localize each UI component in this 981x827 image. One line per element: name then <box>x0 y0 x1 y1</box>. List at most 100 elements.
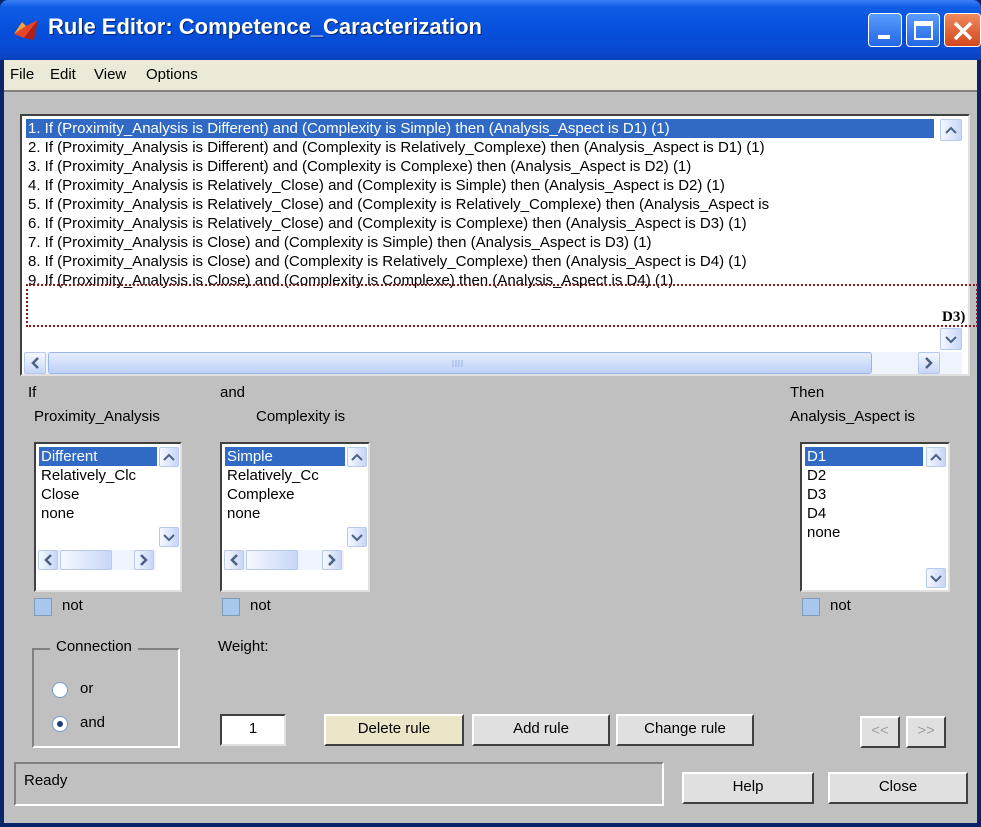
then-option[interactable]: none <box>805 523 923 542</box>
and-hscrollbar[interactable] <box>224 550 344 570</box>
and-option[interactable]: Simple <box>225 447 345 466</box>
grip-icon <box>452 360 463 367</box>
chevron-up-icon <box>930 453 942 461</box>
and-scroll-down-button[interactable] <box>347 527 367 547</box>
if-scroll-right-button[interactable] <box>134 550 154 570</box>
and-label: and <box>220 384 246 401</box>
then-scroll-down-button[interactable] <box>926 568 946 588</box>
change-rule-button[interactable]: Change rule <box>616 714 754 746</box>
weight-input[interactable]: 1 <box>220 714 286 746</box>
and-hscroll-thumb[interactable] <box>246 550 298 570</box>
rules-scroll-up-button[interactable] <box>940 119 962 141</box>
title-bar[interactable]: Rule Editor: Competence_Caracterization <box>0 0 981 60</box>
rule-item[interactable]: 1. If (Proximity_Analysis is Different) … <box>26 119 934 138</box>
rule-item[interactable]: 5. If (Proximity_Analysis is Relatively_… <box>26 195 934 214</box>
if-scroll-up-button[interactable] <box>159 447 179 467</box>
close-window-button[interactable] <box>944 13 981 47</box>
then-option[interactable]: D1 <box>805 447 923 466</box>
then-label: Then <box>790 384 825 401</box>
chevron-left-icon <box>230 554 238 566</box>
status-bar: Ready <box>14 762 664 806</box>
window-title: Rule Editor: Competence_Caracterization <box>48 14 482 39</box>
and-not-checkbox[interactable] <box>222 598 240 616</box>
then-not-checkbox[interactable] <box>802 598 820 616</box>
chevron-left-icon <box>31 357 39 369</box>
and-option[interactable]: Complexe <box>225 485 345 504</box>
if-hscrollbar[interactable] <box>38 550 156 570</box>
connection-and-label: and <box>80 714 106 731</box>
matlab-logo-icon <box>14 20 38 40</box>
and-scroll-up-button[interactable] <box>347 447 367 467</box>
rule-item[interactable]: 3. If (Proximity_Analysis is Different) … <box>26 157 934 176</box>
if-hscroll-thumb[interactable] <box>60 550 112 570</box>
if-variable-label: Proximity_Analysis <box>34 408 160 425</box>
menu-view[interactable]: View <box>94 66 126 83</box>
chevron-right-icon <box>925 357 933 369</box>
and-scroll-left-button[interactable] <box>224 550 244 570</box>
chevron-left-icon <box>44 554 52 566</box>
then-option[interactable]: D3 <box>805 485 923 504</box>
rule-item[interactable]: 4. If (Proximity_Analysis is Relatively_… <box>26 176 934 195</box>
rules-listbox[interactable]: 1. If (Proximity_Analysis is Different) … <box>20 114 970 376</box>
maximize-button[interactable] <box>906 13 940 47</box>
close-icon <box>953 21 973 41</box>
annotation-label: D3) <box>942 309 966 325</box>
client-area: 1. If (Proximity_Analysis is Different) … <box>4 90 978 823</box>
rule-item[interactable]: 7. If (Proximity_Analysis is Close) and … <box>26 233 934 252</box>
rule-item[interactable]: 2. If (Proximity_Analysis is Different) … <box>26 138 934 157</box>
rule-item[interactable]: 8. If (Proximity_Analysis is Close) and … <box>26 252 934 271</box>
and-option[interactable]: Relatively_Cc <box>225 466 345 485</box>
then-option[interactable]: D2 <box>805 466 923 485</box>
if-listbox[interactable]: Different Relatively_Clc Close none <box>34 442 182 592</box>
menu-edit[interactable]: Edit <box>50 66 76 83</box>
if-option[interactable]: none <box>39 504 157 523</box>
connection-title: Connection <box>50 638 138 655</box>
then-not-label: not <box>830 597 851 614</box>
then-option[interactable]: D4 <box>805 504 923 523</box>
minimize-button[interactable] <box>868 13 902 47</box>
and-not-label: not <box>250 597 271 614</box>
if-not-label: not <box>62 597 83 614</box>
delete-rule-button[interactable]: Delete rule <box>324 714 464 746</box>
weight-label: Weight: <box>218 638 269 655</box>
connection-and-radio[interactable] <box>52 716 68 732</box>
rule-item[interactable]: 9. If (Proximity_Analysis is Close) and … <box>26 271 934 290</box>
menu-file[interactable]: File <box>10 66 34 83</box>
add-rule-button[interactable]: Add rule <box>472 714 610 746</box>
if-scroll-down-button[interactable] <box>159 527 179 547</box>
menu-bar: File Edit View Options <box>4 60 977 90</box>
next-rule-button[interactable]: >> <box>906 716 946 748</box>
then-scroll-up-button[interactable] <box>926 447 946 467</box>
help-button[interactable]: Help <box>682 772 814 804</box>
rules-scroll-right-button[interactable] <box>918 352 940 374</box>
status-text: Ready <box>24 772 68 789</box>
chevron-up-icon <box>163 453 175 461</box>
then-variable-label: Analysis_Aspect is <box>790 408 916 425</box>
and-option[interactable]: none <box>225 504 345 523</box>
rules-scroll-down-button[interactable] <box>940 328 962 350</box>
close-button[interactable]: Close <box>828 772 968 804</box>
chevron-right-icon <box>328 554 336 566</box>
chevron-down-icon <box>163 534 175 542</box>
chevron-up-icon <box>945 126 957 134</box>
if-option[interactable]: Relatively_Clc <box>39 466 157 485</box>
rule-item[interactable]: 6. If (Proximity_Analysis is Relatively_… <box>26 214 934 233</box>
prev-rule-button[interactable]: << <box>860 716 900 748</box>
then-listbox[interactable]: D1 D2 D3 D4 none <box>800 442 950 592</box>
rules-scroll-left-button[interactable] <box>24 352 46 374</box>
if-option[interactable]: Different <box>39 447 157 466</box>
and-variable-label: Complexity is <box>256 408 346 425</box>
chevron-down-icon <box>930 575 942 583</box>
if-option[interactable]: Close <box>39 485 157 504</box>
connection-or-radio[interactable] <box>52 682 68 698</box>
rules-hscrollbar[interactable] <box>24 352 962 374</box>
connection-group <box>32 648 180 748</box>
chevron-up-icon <box>351 453 363 461</box>
and-listbox[interactable]: Simple Relatively_Cc Complexe none <box>220 442 370 592</box>
chevron-down-icon <box>945 336 957 344</box>
and-scroll-right-button[interactable] <box>322 550 342 570</box>
rules-hscroll-thumb[interactable] <box>48 352 872 374</box>
if-scroll-left-button[interactable] <box>38 550 58 570</box>
menu-options[interactable]: Options <box>146 66 198 83</box>
if-not-checkbox[interactable] <box>34 598 52 616</box>
